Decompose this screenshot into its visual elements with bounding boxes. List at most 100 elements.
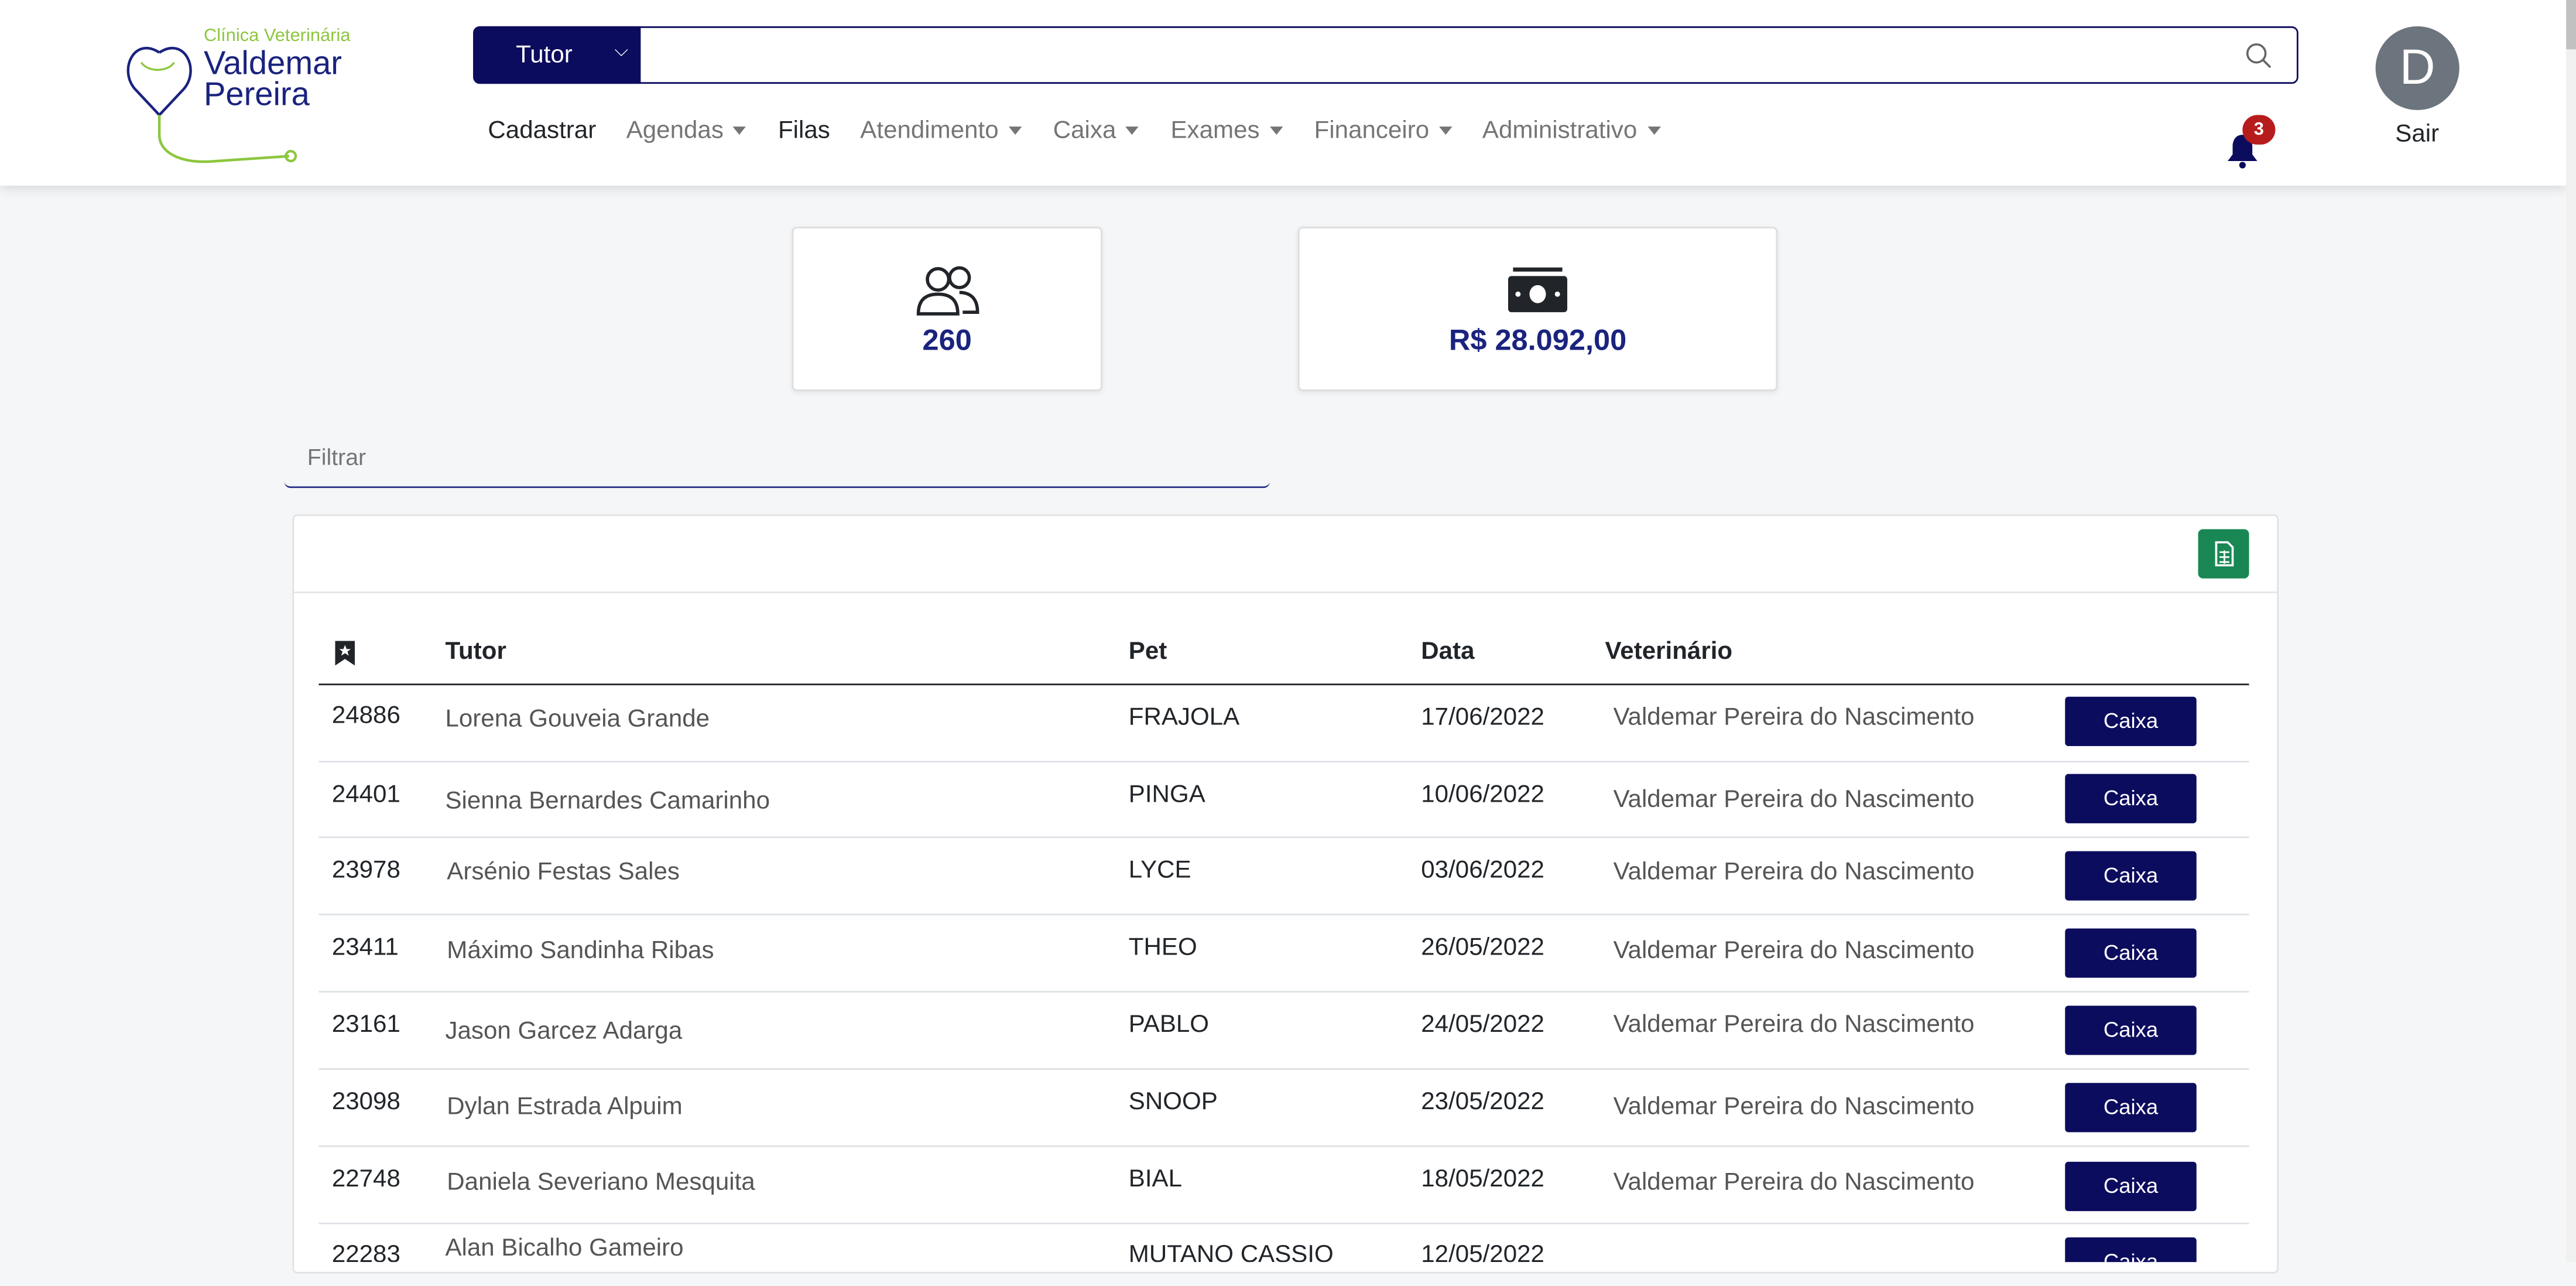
nav-exames-label: Exames <box>1170 117 1260 145</box>
top-header: Clínica Veterinária Valdemar Pereira Tut… <box>0 0 2567 186</box>
row-vet: Valdemar Pereira do Nascimento <box>1613 703 1975 731</box>
row-vet: Valdemar Pereira do Nascimento <box>1613 857 1975 886</box>
nav-agendas[interactable]: Agendas <box>626 117 747 145</box>
table-row[interactable]: 24886 Lorena Gouveia Grande FRAJOLA 17/0… <box>318 685 2249 763</box>
table-row[interactable]: 23978 Arsénio Festas Sales LYCE 03/06/20… <box>318 838 2249 915</box>
nav-administrativo[interactable]: Administrativo <box>1482 117 1660 145</box>
row-vet: Valdemar Pereira do Nascimento <box>1613 1168 1975 1196</box>
nav-financeiro[interactable]: Financeiro <box>1314 117 1453 145</box>
revenue-total: R$ 28.092,00 <box>1448 323 1627 357</box>
caret-down-icon <box>1126 126 1139 135</box>
search-input[interactable] <box>655 39 2239 69</box>
row-pet: PINGA <box>1128 780 1205 809</box>
row-date: 23/05/2022 <box>1421 1087 1544 1116</box>
logo-title: Valdemar Pereira <box>203 47 342 114</box>
table-row[interactable]: 22283 Alan Bicalho Gameiro MUTANO CASSIO… <box>318 1225 2249 1263</box>
row-id: 24401 <box>331 780 400 809</box>
table-row[interactable]: 22748 Daniela Severiano Mesquita BIAL 18… <box>318 1147 2249 1225</box>
nav-cadastrar[interactable]: Cadastrar <box>488 117 596 145</box>
row-id: 23978 <box>331 856 400 884</box>
global-search-bar: Tutor ⌵ <box>473 26 2298 84</box>
row-pet: THEO <box>1128 933 1197 962</box>
row-tutor: Daniela Severiano Mesquita <box>447 1168 755 1196</box>
row-date: 17/06/2022 <box>1421 703 1544 731</box>
table-row[interactable]: 23161 Jason Garcez Adarga PABLO 24/05/20… <box>318 993 2249 1070</box>
row-pet: SNOOP <box>1128 1087 1218 1116</box>
scrollbar-thumb[interactable] <box>2566 0 2576 50</box>
caixa-button[interactable]: Caixa <box>2065 928 2197 978</box>
search-icon[interactable] <box>2244 41 2274 71</box>
filter-input[interactable] <box>304 442 1231 472</box>
row-date: 03/06/2022 <box>1421 856 1544 884</box>
clinic-logo[interactable]: Clínica Veterinária Valdemar Pereira <box>118 23 381 164</box>
row-pet: BIAL <box>1128 1165 1183 1193</box>
caixa-button[interactable]: Caixa <box>2065 774 2197 823</box>
bookmark-icon <box>335 641 355 666</box>
main-nav: Cadastrar Agendas Filas Atendimento Caix… <box>488 117 1684 149</box>
row-tutor: Arsénio Festas Sales <box>447 857 680 886</box>
row-date: 18/05/2022 <box>1421 1165 1544 1193</box>
search-type-label: Tutor <box>516 41 573 69</box>
column-header-data[interactable]: Data <box>1421 638 1474 666</box>
nav-filas[interactable]: Filas <box>778 117 830 145</box>
row-tutor: Sienna Bernardes Camarinho <box>445 787 770 815</box>
row-id: 22748 <box>331 1165 400 1193</box>
nav-atendimento-label: Atendimento <box>860 117 999 145</box>
caixa-button[interactable]: Caixa <box>2065 1161 2197 1212</box>
row-tutor: Jason Garcez Adarga <box>445 1017 683 1045</box>
caixa-button[interactable]: Caixa <box>2065 851 2197 901</box>
row-vet: Valdemar Pereira do Nascimento <box>1613 785 1975 814</box>
table-header: Tutor Pet Data Veterinário <box>318 624 2249 686</box>
nav-administrativo-label: Administrativo <box>1482 117 1638 145</box>
spreadsheet-icon <box>2215 541 2234 567</box>
export-spreadsheet-button[interactable] <box>2198 529 2249 579</box>
caixa-button[interactable]: Caixa <box>2065 1083 2197 1133</box>
clients-card: 260 <box>792 227 1102 391</box>
chevron-down-icon: ⌵ <box>614 41 628 61</box>
logo-line-2: Pereira <box>203 77 310 114</box>
row-tutor: Dylan Estrada Alpuim <box>447 1093 683 1121</box>
row-id: 23411 <box>331 933 399 962</box>
page-scrollbar[interactable] <box>2566 0 2576 1263</box>
table-toolbar <box>294 516 2277 594</box>
caret-down-icon <box>1269 126 1283 135</box>
row-vet: Valdemar Pereira do Nascimento <box>1613 936 1975 965</box>
logo-subtitle: Clínica Veterinária <box>203 26 351 46</box>
nav-atendimento[interactable]: Atendimento <box>860 117 1022 145</box>
row-date: 24/05/2022 <box>1421 1010 1544 1039</box>
nav-caixa[interactable]: Caixa <box>1053 117 1139 145</box>
row-vet: Valdemar Pereira do Nascimento <box>1613 1010 1975 1039</box>
caret-down-icon <box>1647 126 1660 135</box>
table-row[interactable]: 23411 Máximo Sandinha Ribas THEO 26/05/2… <box>318 915 2249 993</box>
row-id: 23098 <box>331 1087 400 1116</box>
caixa-button[interactable]: Caixa <box>2065 696 2197 746</box>
search-type-select[interactable]: Tutor ⌵ <box>473 26 641 84</box>
table-row[interactable]: 24401 Sienna Bernardes Camarinho PINGA 1… <box>318 761 2249 839</box>
row-pet: PABLO <box>1128 1010 1210 1039</box>
row-tutor: Máximo Sandinha Ribas <box>447 936 714 965</box>
row-id: 24886 <box>331 702 400 730</box>
row-date: 10/06/2022 <box>1421 780 1544 809</box>
caixa-button[interactable]: Caixa <box>2065 1237 2197 1263</box>
money-icon <box>1508 267 1568 313</box>
nav-agendas-label: Agendas <box>626 117 724 145</box>
row-date: 26/05/2022 <box>1421 933 1544 962</box>
users-icon <box>916 266 979 316</box>
column-header-veterinario[interactable]: Veterinário <box>1605 638 1733 666</box>
row-date: 12/05/2022 <box>1421 1240 1544 1263</box>
caret-down-icon <box>733 126 747 135</box>
avatar[interactable]: D <box>2375 26 2459 111</box>
row-pet: LYCE <box>1128 856 1191 884</box>
notification-badge: 3 <box>2242 115 2276 145</box>
row-pet: MUTANO CASSIO <box>1128 1240 1334 1263</box>
caixa-button[interactable]: Caixa <box>2065 1005 2197 1055</box>
nav-exames[interactable]: Exames <box>1170 117 1283 145</box>
caret-down-icon <box>1008 126 1022 135</box>
table-row[interactable]: 23098 Dylan Estrada Alpuim SNOOP 23/05/2… <box>318 1070 2249 1147</box>
logout-link[interactable]: Sair <box>2395 120 2439 148</box>
nav-caixa-label: Caixa <box>1053 117 1116 145</box>
column-header-pet[interactable]: Pet <box>1129 638 1167 666</box>
revenue-card: R$ 28.092,00 <box>1297 227 1778 391</box>
column-header-tutor[interactable]: Tutor <box>445 638 506 666</box>
caret-down-icon <box>1439 126 1453 135</box>
